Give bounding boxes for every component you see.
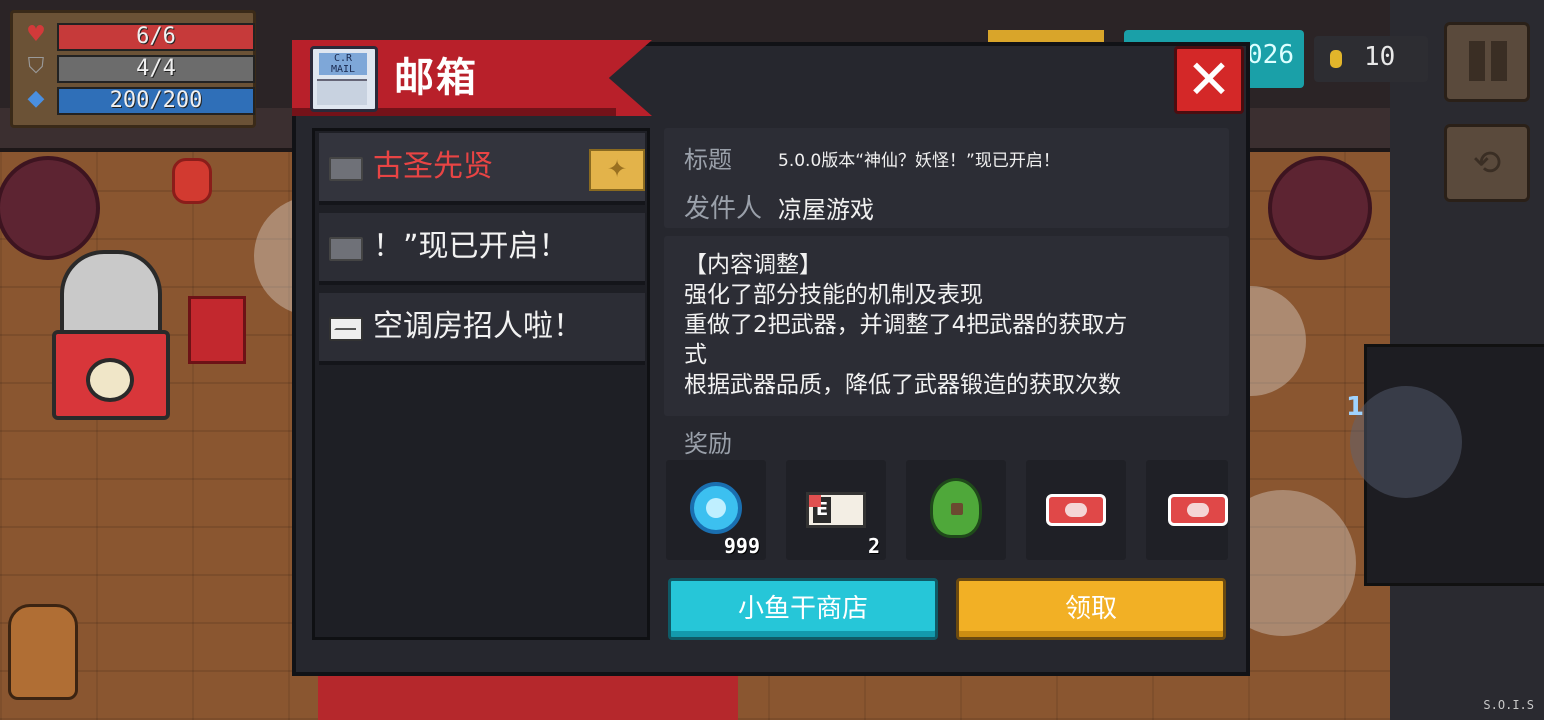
reward-label: 奖励 xyxy=(684,430,732,458)
mail-badge-icon: ✦ xyxy=(589,149,645,191)
sender-value: 凉屋游戏 xyxy=(778,196,874,224)
body-line: 强化了部分技能的机制及表现 xyxy=(684,282,983,308)
body-line: 根据武器品质，降低了武器锻造的获取次数 xyxy=(684,372,1121,398)
energy-text: 200/200 xyxy=(109,88,203,113)
mail-subject: 古圣先贤 xyxy=(373,149,493,184)
gacha-machine[interactable] xyxy=(52,250,170,420)
reward-slot[interactable] xyxy=(1146,460,1228,560)
diamond-icon: ◆ xyxy=(27,86,45,111)
gem-count: 026 xyxy=(1247,40,1294,70)
fish-shop-button[interactable]: 小鱼干商店 xyxy=(668,578,938,640)
mail-subject: ！”现已开启！ xyxy=(373,229,569,264)
shield-icon: ⛉ xyxy=(27,54,45,79)
card-icon xyxy=(806,492,866,528)
gem-icon xyxy=(690,482,742,534)
dialog-title: 邮箱 xyxy=(394,55,478,101)
reward-count: 2 xyxy=(867,534,880,558)
claim-button[interactable]: 领取 xyxy=(956,578,1226,640)
mail-item[interactable]: 空调房招人啦！ xyxy=(319,293,645,365)
heart-icon: ♥ xyxy=(26,22,46,47)
pet-icon xyxy=(930,478,982,538)
armor-row: ⛉ 4/4 xyxy=(23,53,255,83)
title-value: 5.0.0版本“神仙？妖怪！”现已开启！ xyxy=(778,151,1060,171)
mail-icon-label: C.R MAIL xyxy=(319,53,367,75)
ticket-icon xyxy=(1046,494,1106,526)
reward-slot[interactable] xyxy=(1026,460,1126,560)
body-line: 式 xyxy=(684,342,707,368)
body-line: 【内容调整】 xyxy=(684,252,822,278)
bear-npc xyxy=(8,604,78,700)
sender-label: 发件人 xyxy=(684,194,763,224)
reward-slot[interactable]: 999 xyxy=(666,460,766,560)
coin-count: 10 xyxy=(1364,42,1396,72)
swap-character-button[interactable]: ⟲ xyxy=(1444,124,1530,202)
envelope-icon xyxy=(329,317,363,341)
mail-item[interactable]: 古圣先贤 ✦ xyxy=(319,133,645,205)
weapon-switch-button[interactable] xyxy=(1350,386,1462,498)
reward-slot[interactable]: 2 xyxy=(786,460,886,560)
hp-text: 6/6 xyxy=(136,24,176,49)
weapon-slot-number: 1 xyxy=(1346,392,1365,422)
wall-decoration-left xyxy=(0,156,100,260)
mail-list: 古圣先贤 ✦ ！”现已开启！ 空调房招人啦！ xyxy=(312,128,650,640)
coin-icon xyxy=(1330,50,1342,68)
pause-button[interactable] xyxy=(1444,22,1530,102)
wall-decoration-right xyxy=(1268,156,1372,260)
player-stats: ♥ 6/6 ⛉ 4/4 ◆ 200/200 xyxy=(10,10,256,128)
close-icon: ✕ xyxy=(1186,48,1232,111)
mail-subject: 空调房招人啦！ xyxy=(373,309,583,344)
reward-slot[interactable] xyxy=(906,460,1006,560)
energy-row: ◆ 200/200 xyxy=(23,85,255,115)
mail-item[interactable]: ！”现已开启！ xyxy=(319,213,645,285)
armor-text: 4/4 xyxy=(136,56,176,81)
door xyxy=(318,676,738,720)
watermark: S.O.I.S xyxy=(1483,698,1534,712)
swap-icon: ⟲ xyxy=(1472,143,1502,183)
body-line: 重做了2把武器，并调整了4把武器的获取方 xyxy=(684,312,1128,338)
ticket-icon xyxy=(1168,494,1228,526)
envelope-open-icon xyxy=(329,237,363,261)
hp-row: ♥ 6/6 xyxy=(23,21,255,51)
title-label: 标题 xyxy=(684,146,732,174)
red-chest xyxy=(188,296,246,364)
envelope-open-icon xyxy=(329,157,363,181)
lantern xyxy=(172,158,212,204)
close-button[interactable]: ✕ xyxy=(1174,46,1244,114)
mail-icon: C.R MAIL xyxy=(310,46,378,112)
coin-counter: 10 xyxy=(1314,36,1428,82)
reward-count: 999 xyxy=(723,534,760,558)
